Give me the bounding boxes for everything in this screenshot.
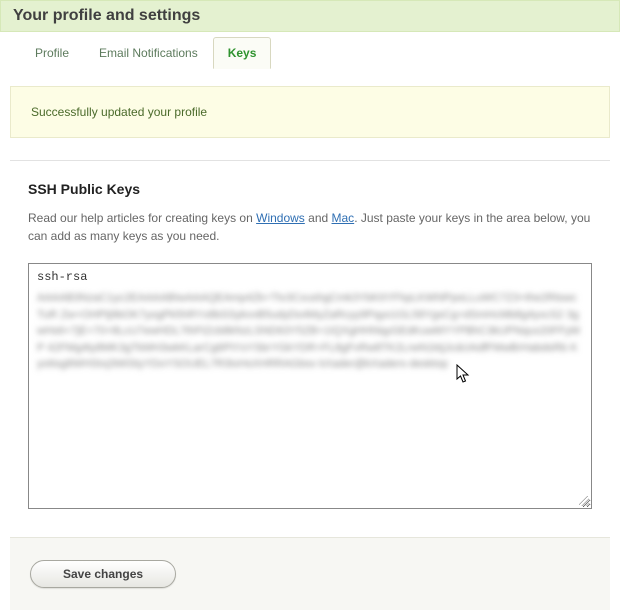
help-text-prefix: Read our help articles for creating keys… [28, 211, 256, 225]
ssh-key-textarea[interactable]: ssh-rsa AAAAB3NzaC1yc2EAAAABIwAAAQEAmp4Z… [28, 263, 592, 509]
ssh-keys-heading: SSH Public Keys [28, 181, 592, 197]
link-mac-help[interactable]: Mac [332, 211, 355, 225]
ssh-key-redacted: AAAAB3NzaC1yc2EAAAABIwAAAQEAmp4Zk+Ttv3Cx… [37, 290, 583, 373]
tab-keys[interactable]: Keys [213, 37, 272, 69]
textarea-resize-grip[interactable] [579, 496, 589, 506]
settings-tabs: Profile Email Notifications Keys [0, 36, 620, 68]
form-footer: Save changes [10, 537, 610, 610]
page-title: Your profile and settings [13, 7, 607, 25]
link-windows-help[interactable]: Windows [256, 211, 305, 225]
help-text-and: and [305, 211, 332, 225]
ssh-keys-section: SSH Public Keys Read our help articles f… [10, 160, 610, 519]
tab-email-notifications[interactable]: Email Notifications [84, 37, 213, 69]
tab-profile[interactable]: Profile [20, 37, 84, 69]
flash-message: Successfully updated your profile [31, 105, 207, 119]
page-header: Your profile and settings [0, 0, 620, 32]
ssh-keys-help: Read our help articles for creating keys… [28, 209, 592, 245]
save-button[interactable]: Save changes [30, 560, 176, 588]
flash-success: Successfully updated your profile [10, 86, 610, 138]
ssh-key-value: ssh-rsa [37, 270, 583, 284]
